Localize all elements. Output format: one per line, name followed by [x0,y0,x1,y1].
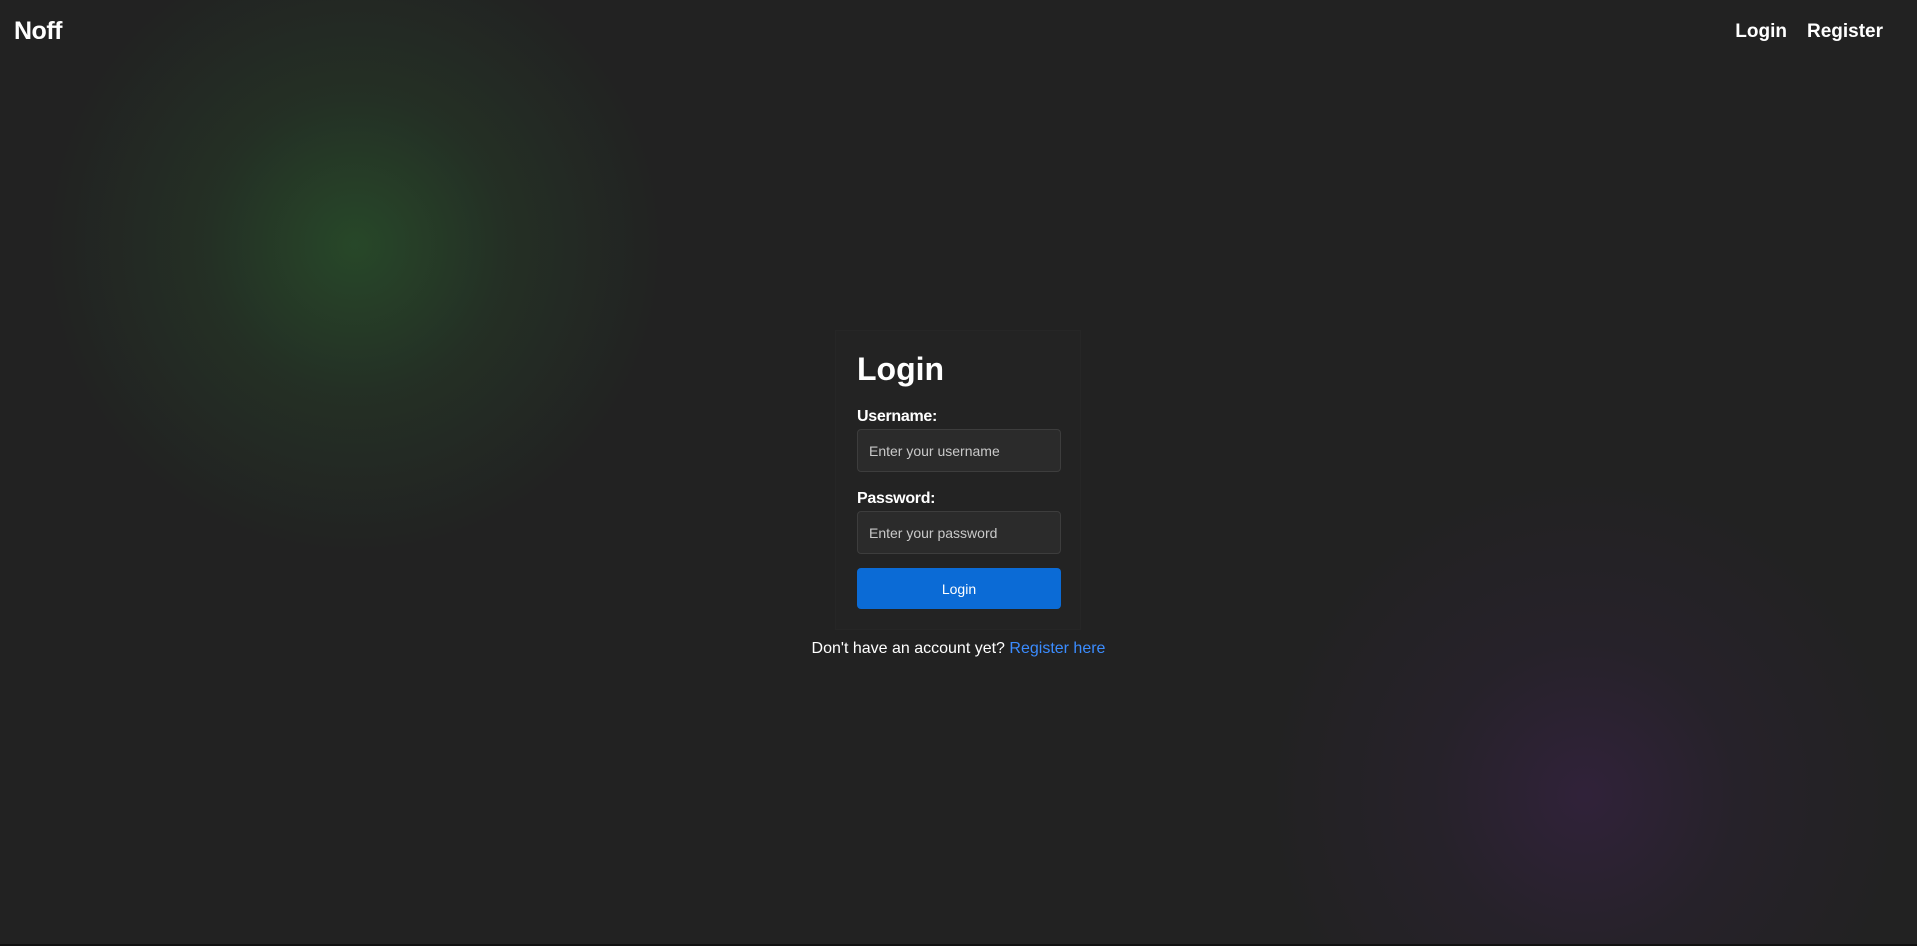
password-input[interactable] [857,511,1061,554]
nav-register-link[interactable]: Register [1807,21,1883,43]
username-input[interactable] [857,429,1061,472]
register-here-link[interactable]: Register here [1009,640,1105,657]
brand-logo[interactable]: Noff [14,17,62,46]
top-navbar: Noff Login Register [0,0,1917,64]
register-prompt: Don't have an account yet? Register here [0,640,1917,658]
password-label: Password: [857,490,936,507]
nav-links: Login Register [1735,21,1883,43]
nav-login-link[interactable]: Login [1735,21,1787,43]
login-card: Login Username: Password: Login [835,330,1081,630]
login-submit-button[interactable]: Login [857,568,1061,609]
login-title: Login [857,351,945,387]
register-prompt-text: Don't have an account yet? [811,640,1005,657]
username-label: Username: [857,408,938,425]
